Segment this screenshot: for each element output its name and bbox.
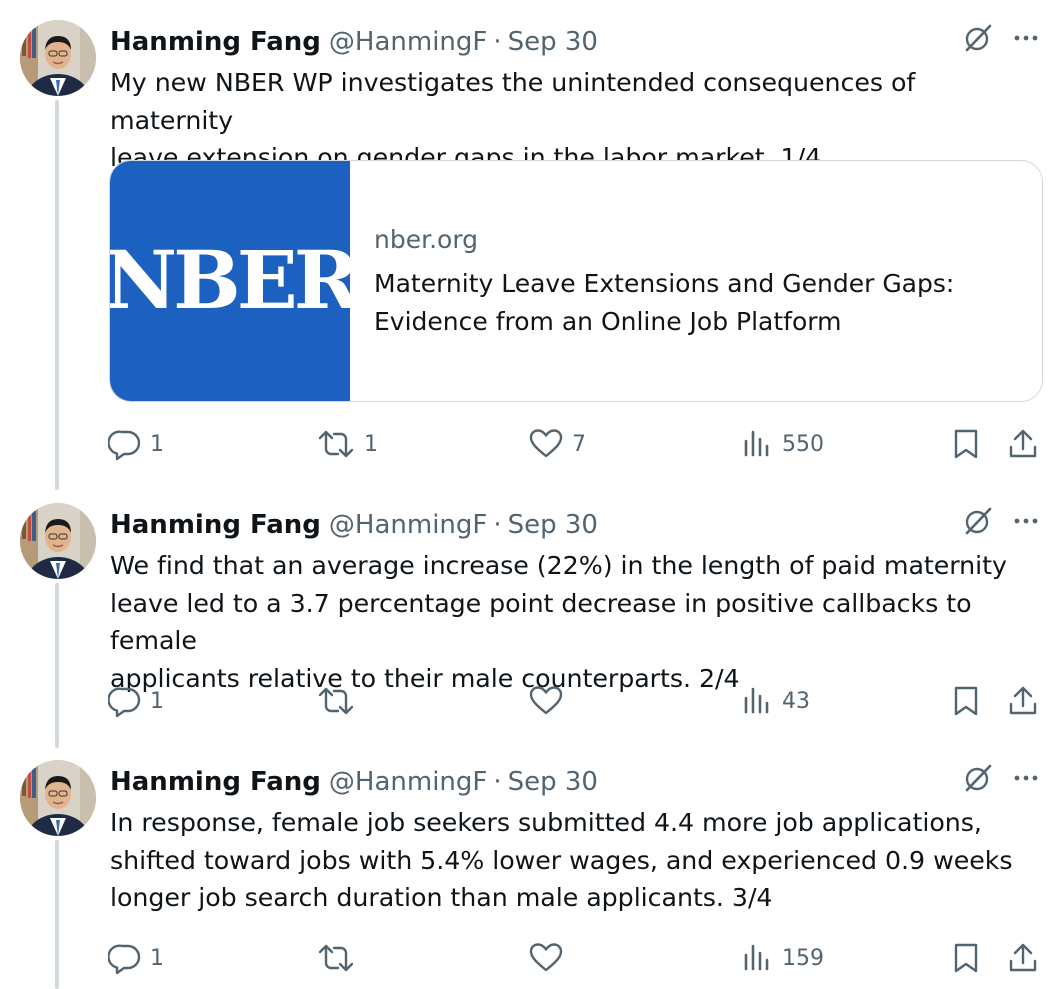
tweet-actions: 1 — [108, 681, 1048, 721]
tweet-3[interactable]: Hanming Fang @HanmingF · Sep 30 In respo… — [0, 740, 1054, 989]
reply-count: 1 — [150, 431, 164, 457]
tweet-actions: 1 1 7 550 — [108, 424, 1048, 464]
grok-icon[interactable] — [962, 22, 994, 54]
reply-icon — [108, 684, 142, 718]
share-icon — [1006, 684, 1040, 718]
views-icon — [740, 427, 774, 461]
card-image: NBER — [110, 161, 350, 401]
views-count: 43 — [782, 688, 810, 714]
author-handle[interactable]: @HanmingF — [329, 27, 487, 57]
reply-icon — [108, 941, 142, 975]
link-preview-card[interactable]: NBER nber.org Maternity Leave Extensions… — [109, 160, 1043, 402]
reply-count: 1 — [150, 688, 164, 714]
share-icon — [1006, 941, 1040, 975]
tweet-date[interactable]: Sep 30 — [508, 510, 598, 540]
bookmark-button[interactable] — [950, 938, 982, 978]
views-button[interactable]: 159 — [740, 938, 824, 978]
tweet-header: Hanming Fang @HanmingF · Sep 30 — [110, 762, 598, 802]
card-title: Maternity Leave Extensions and Gender Ga… — [374, 269, 955, 336]
grok-icon[interactable] — [962, 762, 994, 794]
reply-button[interactable]: 1 — [108, 681, 164, 721]
like-button[interactable] — [528, 938, 572, 978]
repost-count: 1 — [364, 431, 378, 457]
tweet-text: In response, female job seekers submitte… — [110, 808, 1013, 912]
tweet-top-actions — [962, 505, 1040, 537]
reply-count: 1 — [150, 945, 164, 971]
author-handle[interactable]: @HanmingF — [329, 767, 487, 797]
repost-icon — [316, 941, 356, 975]
share-button[interactable] — [1006, 424, 1040, 464]
more-icon[interactable] — [1012, 507, 1040, 535]
author-name[interactable]: Hanming Fang — [110, 767, 321, 797]
bookmark-icon — [950, 684, 982, 718]
like-icon — [528, 941, 564, 975]
bookmark-icon — [950, 427, 982, 461]
tweet-top-actions — [962, 22, 1040, 54]
reply-icon — [108, 427, 142, 461]
views-icon — [740, 941, 774, 975]
tweet-text: We find that an average increase (22%) i… — [110, 551, 1007, 693]
bookmark-icon — [950, 941, 982, 975]
tweet-date[interactable]: Sep 30 — [508, 27, 598, 57]
repost-icon — [316, 427, 356, 461]
share-button[interactable] — [1006, 938, 1040, 978]
like-button[interactable]: 7 — [528, 424, 586, 464]
author-name[interactable]: Hanming Fang — [110, 27, 321, 57]
tweet-1[interactable]: Hanming Fang @HanmingF · Sep 30 My new N… — [0, 0, 1054, 490]
avatar[interactable] — [20, 503, 96, 579]
views-count: 550 — [782, 431, 824, 457]
bookmark-button[interactable] — [950, 681, 982, 721]
card-domain: nber.org — [374, 225, 479, 254]
repost-button[interactable] — [316, 938, 364, 978]
tweet-date[interactable]: Sep 30 — [508, 767, 598, 797]
tweet-header: Hanming Fang @HanmingF · Sep 30 — [110, 22, 598, 62]
thread-connector — [55, 840, 59, 989]
avatar[interactable] — [20, 20, 96, 96]
repost-icon — [316, 684, 356, 718]
more-icon[interactable] — [1012, 764, 1040, 792]
like-icon — [528, 427, 564, 461]
nber-logo: NBER — [110, 233, 350, 327]
author-name[interactable]: Hanming Fang — [110, 510, 321, 540]
tweet-top-actions — [962, 762, 1040, 794]
separator-dot: · — [493, 27, 502, 57]
tweet-2[interactable]: Hanming Fang @HanmingF · Sep 30 We find … — [0, 483, 1054, 748]
views-count: 159 — [782, 945, 824, 971]
grok-icon[interactable] — [962, 505, 994, 537]
thread-connector — [55, 583, 59, 748]
bookmark-button[interactable] — [950, 424, 982, 464]
author-handle[interactable]: @HanmingF — [329, 510, 487, 540]
reply-button[interactable]: 1 — [108, 424, 164, 464]
repost-button[interactable]: 1 — [316, 424, 378, 464]
like-icon — [528, 684, 564, 718]
like-button[interactable] — [528, 681, 572, 721]
avatar[interactable] — [20, 760, 96, 836]
separator-dot: · — [493, 767, 502, 797]
tweet-actions: 1 — [108, 938, 1048, 978]
more-icon[interactable] — [1012, 24, 1040, 52]
share-button[interactable] — [1006, 681, 1040, 721]
views-icon — [740, 684, 774, 718]
reply-button[interactable]: 1 — [108, 938, 164, 978]
separator-dot: · — [493, 510, 502, 540]
repost-button[interactable] — [316, 681, 364, 721]
share-icon — [1006, 427, 1040, 461]
thread-connector — [55, 100, 59, 490]
like-count: 7 — [572, 431, 586, 457]
views-button[interactable]: 43 — [740, 681, 810, 721]
views-button[interactable]: 550 — [740, 424, 824, 464]
tweet-header: Hanming Fang @HanmingF · Sep 30 — [110, 505, 598, 545]
